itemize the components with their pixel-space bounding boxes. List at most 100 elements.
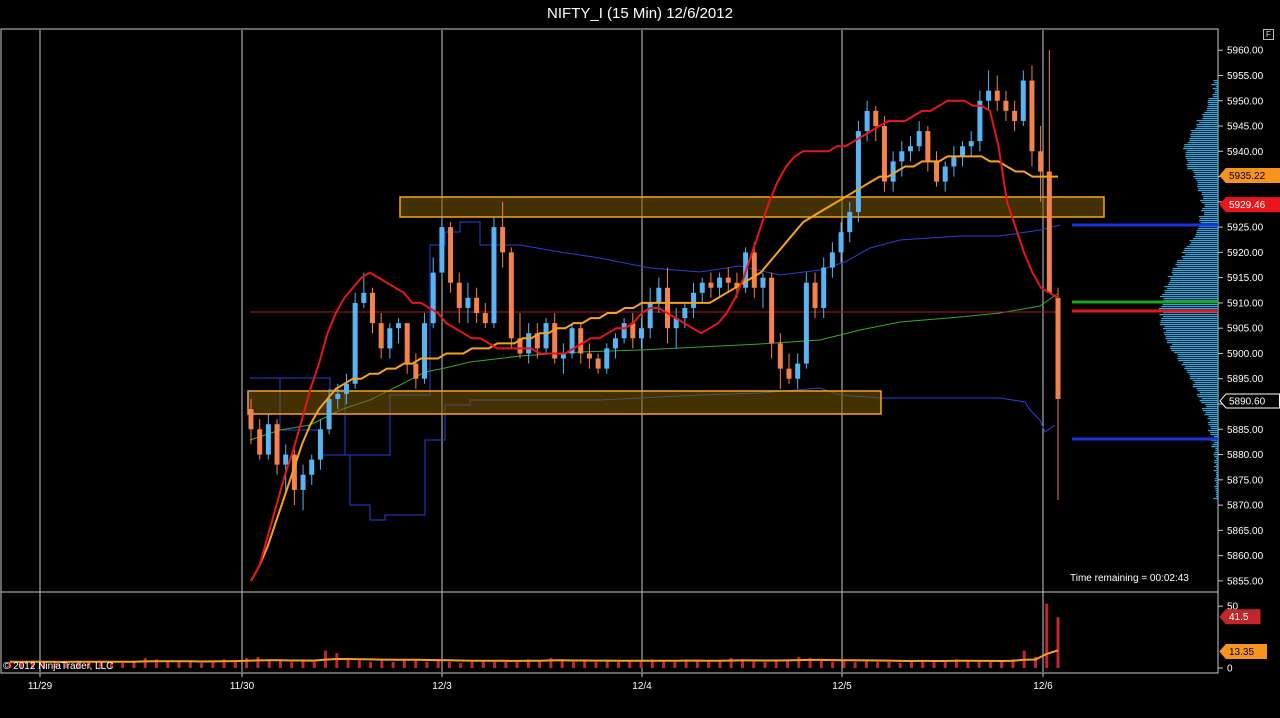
profile-bar [1187, 246, 1218, 247]
candle-body[interactable] [856, 131, 861, 212]
candle-body[interactable] [353, 303, 358, 384]
candle-body[interactable] [587, 353, 592, 358]
candle-body[interactable] [544, 323, 549, 348]
candle-body[interactable] [1021, 81, 1026, 121]
candle-body[interactable] [275, 424, 280, 464]
candle-body[interactable] [448, 227, 453, 283]
candle-body[interactable] [986, 91, 991, 101]
candle-body[interactable] [691, 293, 696, 308]
candle-body[interactable] [361, 293, 366, 303]
candle-body[interactable] [379, 323, 384, 348]
candle-body[interactable] [830, 252, 835, 267]
candle-body[interactable] [613, 338, 618, 348]
candle-body[interactable] [951, 156, 956, 166]
candle-body[interactable] [370, 293, 375, 323]
candle-body[interactable] [301, 475, 306, 490]
support-zone-box[interactable] [248, 391, 881, 414]
candle-body[interactable] [405, 323, 410, 363]
candle-body[interactable] [769, 278, 774, 344]
date-axis: 11/29 11/30 12/3 12/4 12/5 12/6 [28, 673, 1053, 692]
candle-body[interactable] [1038, 151, 1043, 171]
candle-body[interactable] [596, 359, 601, 369]
candle-body[interactable] [813, 283, 818, 308]
candle-body[interactable] [327, 399, 332, 429]
candle-body[interactable] [778, 343, 783, 368]
profile-bar [1178, 360, 1218, 361]
date-label: 12/5 [832, 681, 852, 692]
candle-body[interactable] [795, 364, 800, 379]
candle-body[interactable] [917, 131, 922, 146]
candle-body[interactable] [318, 429, 323, 459]
candle-body[interactable] [726, 278, 731, 283]
profile-bar [1203, 410, 1218, 411]
candle-body[interactable] [865, 111, 870, 131]
candle-body[interactable] [908, 146, 913, 151]
candle-body[interactable] [283, 455, 288, 465]
profile-bar [1214, 82, 1218, 83]
candle-body[interactable] [396, 323, 401, 328]
candle-body[interactable] [839, 232, 844, 252]
candle-body[interactable] [491, 227, 496, 323]
profile-bar [1215, 478, 1218, 479]
candle-body[interactable] [1056, 298, 1061, 399]
candle-body[interactable] [960, 146, 965, 156]
candle-body[interactable] [309, 460, 314, 475]
candle-body[interactable] [847, 212, 852, 232]
candle-body[interactable] [474, 298, 479, 313]
candle-body[interactable] [604, 348, 609, 368]
resistance-zone-box[interactable] [400, 197, 1104, 217]
candle-body[interactable] [1047, 172, 1052, 293]
candle-body[interactable] [943, 166, 948, 181]
candle-body[interactable] [266, 424, 271, 454]
candle-body[interactable] [457, 283, 462, 308]
candle-body[interactable] [249, 409, 254, 429]
candle-body[interactable] [526, 333, 531, 353]
candle-body[interactable] [257, 429, 262, 454]
volume-tags: 41.513.35 [1220, 610, 1267, 659]
profile-bar [1190, 134, 1218, 135]
candle-body[interactable] [882, 126, 887, 182]
candle-body[interactable] [760, 278, 765, 288]
candle-body[interactable] [665, 288, 670, 328]
candle-body[interactable] [639, 328, 644, 338]
candle-body[interactable] [708, 283, 713, 288]
profile-bar [1204, 212, 1218, 213]
candle-body[interactable] [873, 111, 878, 126]
candle-body[interactable] [509, 252, 514, 338]
candle-body[interactable] [413, 364, 418, 379]
candle-body[interactable] [934, 161, 939, 181]
candle-body[interactable] [700, 283, 705, 293]
candle-body[interactable] [422, 323, 427, 379]
candle-body[interactable] [821, 268, 826, 308]
candle-body[interactable] [431, 273, 436, 324]
candle-body[interactable] [969, 141, 974, 146]
candle-body[interactable] [787, 369, 792, 379]
candle-body[interactable] [387, 328, 392, 348]
profile-bar [1193, 176, 1218, 177]
candle-body[interactable] [925, 131, 930, 161]
candle-body[interactable] [717, 278, 722, 288]
candle-body[interactable] [899, 151, 904, 161]
candle-body[interactable] [1012, 111, 1017, 121]
candle-body[interactable] [483, 313, 488, 323]
candle-body[interactable] [1003, 101, 1008, 111]
candle-body[interactable] [335, 394, 340, 399]
chart-area[interactable]: 5960.00 5955.00 5950.00 5945.00 5940.00 5935.… [0, 0, 1280, 718]
candle-body[interactable] [344, 384, 349, 394]
profile-bar [1168, 276, 1218, 277]
candle-body[interactable] [1029, 81, 1034, 152]
candle-body[interactable] [752, 252, 757, 287]
candle-body[interactable] [500, 227, 505, 252]
candle-body[interactable] [578, 328, 583, 353]
candle-body[interactable] [995, 91, 1000, 101]
candle-body[interactable] [682, 308, 687, 318]
candle-body[interactable] [622, 323, 627, 338]
candle-body[interactable] [439, 227, 444, 272]
volume-bar [380, 661, 383, 668]
candlesticks[interactable] [249, 50, 1061, 510]
candle-body[interactable] [465, 298, 470, 308]
profile-bar [1159, 308, 1218, 309]
candle-body[interactable] [648, 303, 653, 328]
candle-body[interactable] [656, 288, 661, 303]
candle-body[interactable] [804, 283, 809, 364]
